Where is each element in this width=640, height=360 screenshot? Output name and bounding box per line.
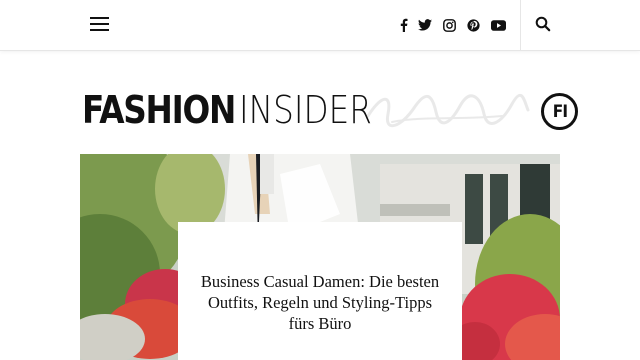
facebook-icon[interactable] — [395, 17, 411, 33]
instagram-icon[interactable] — [441, 17, 457, 33]
article-title[interactable]: Business Casual Damen: Die besten Outfit… — [195, 271, 445, 334]
search-icon[interactable] — [535, 16, 553, 34]
youtube-icon[interactable] — [490, 17, 506, 33]
featured-article-card[interactable]: Business Casual Damen: Die besten Outfit… — [178, 222, 462, 360]
hamburger-menu-icon[interactable] — [90, 17, 109, 31]
badge-text: FI — [552, 101, 567, 122]
site-logo[interactable]: FASHION INSIDER — [82, 88, 394, 134]
top-navigation-bar — [0, 0, 640, 51]
fi-badge-logo: FI — [541, 93, 578, 130]
logo-text-bold: FASHION — [82, 88, 236, 132]
signature-watermark — [366, 93, 530, 128]
logo-text-light: INSIDER — [238, 88, 372, 132]
twitter-icon[interactable] — [417, 17, 433, 33]
pinterest-icon[interactable] — [465, 17, 481, 33]
header-divider — [520, 0, 521, 51]
